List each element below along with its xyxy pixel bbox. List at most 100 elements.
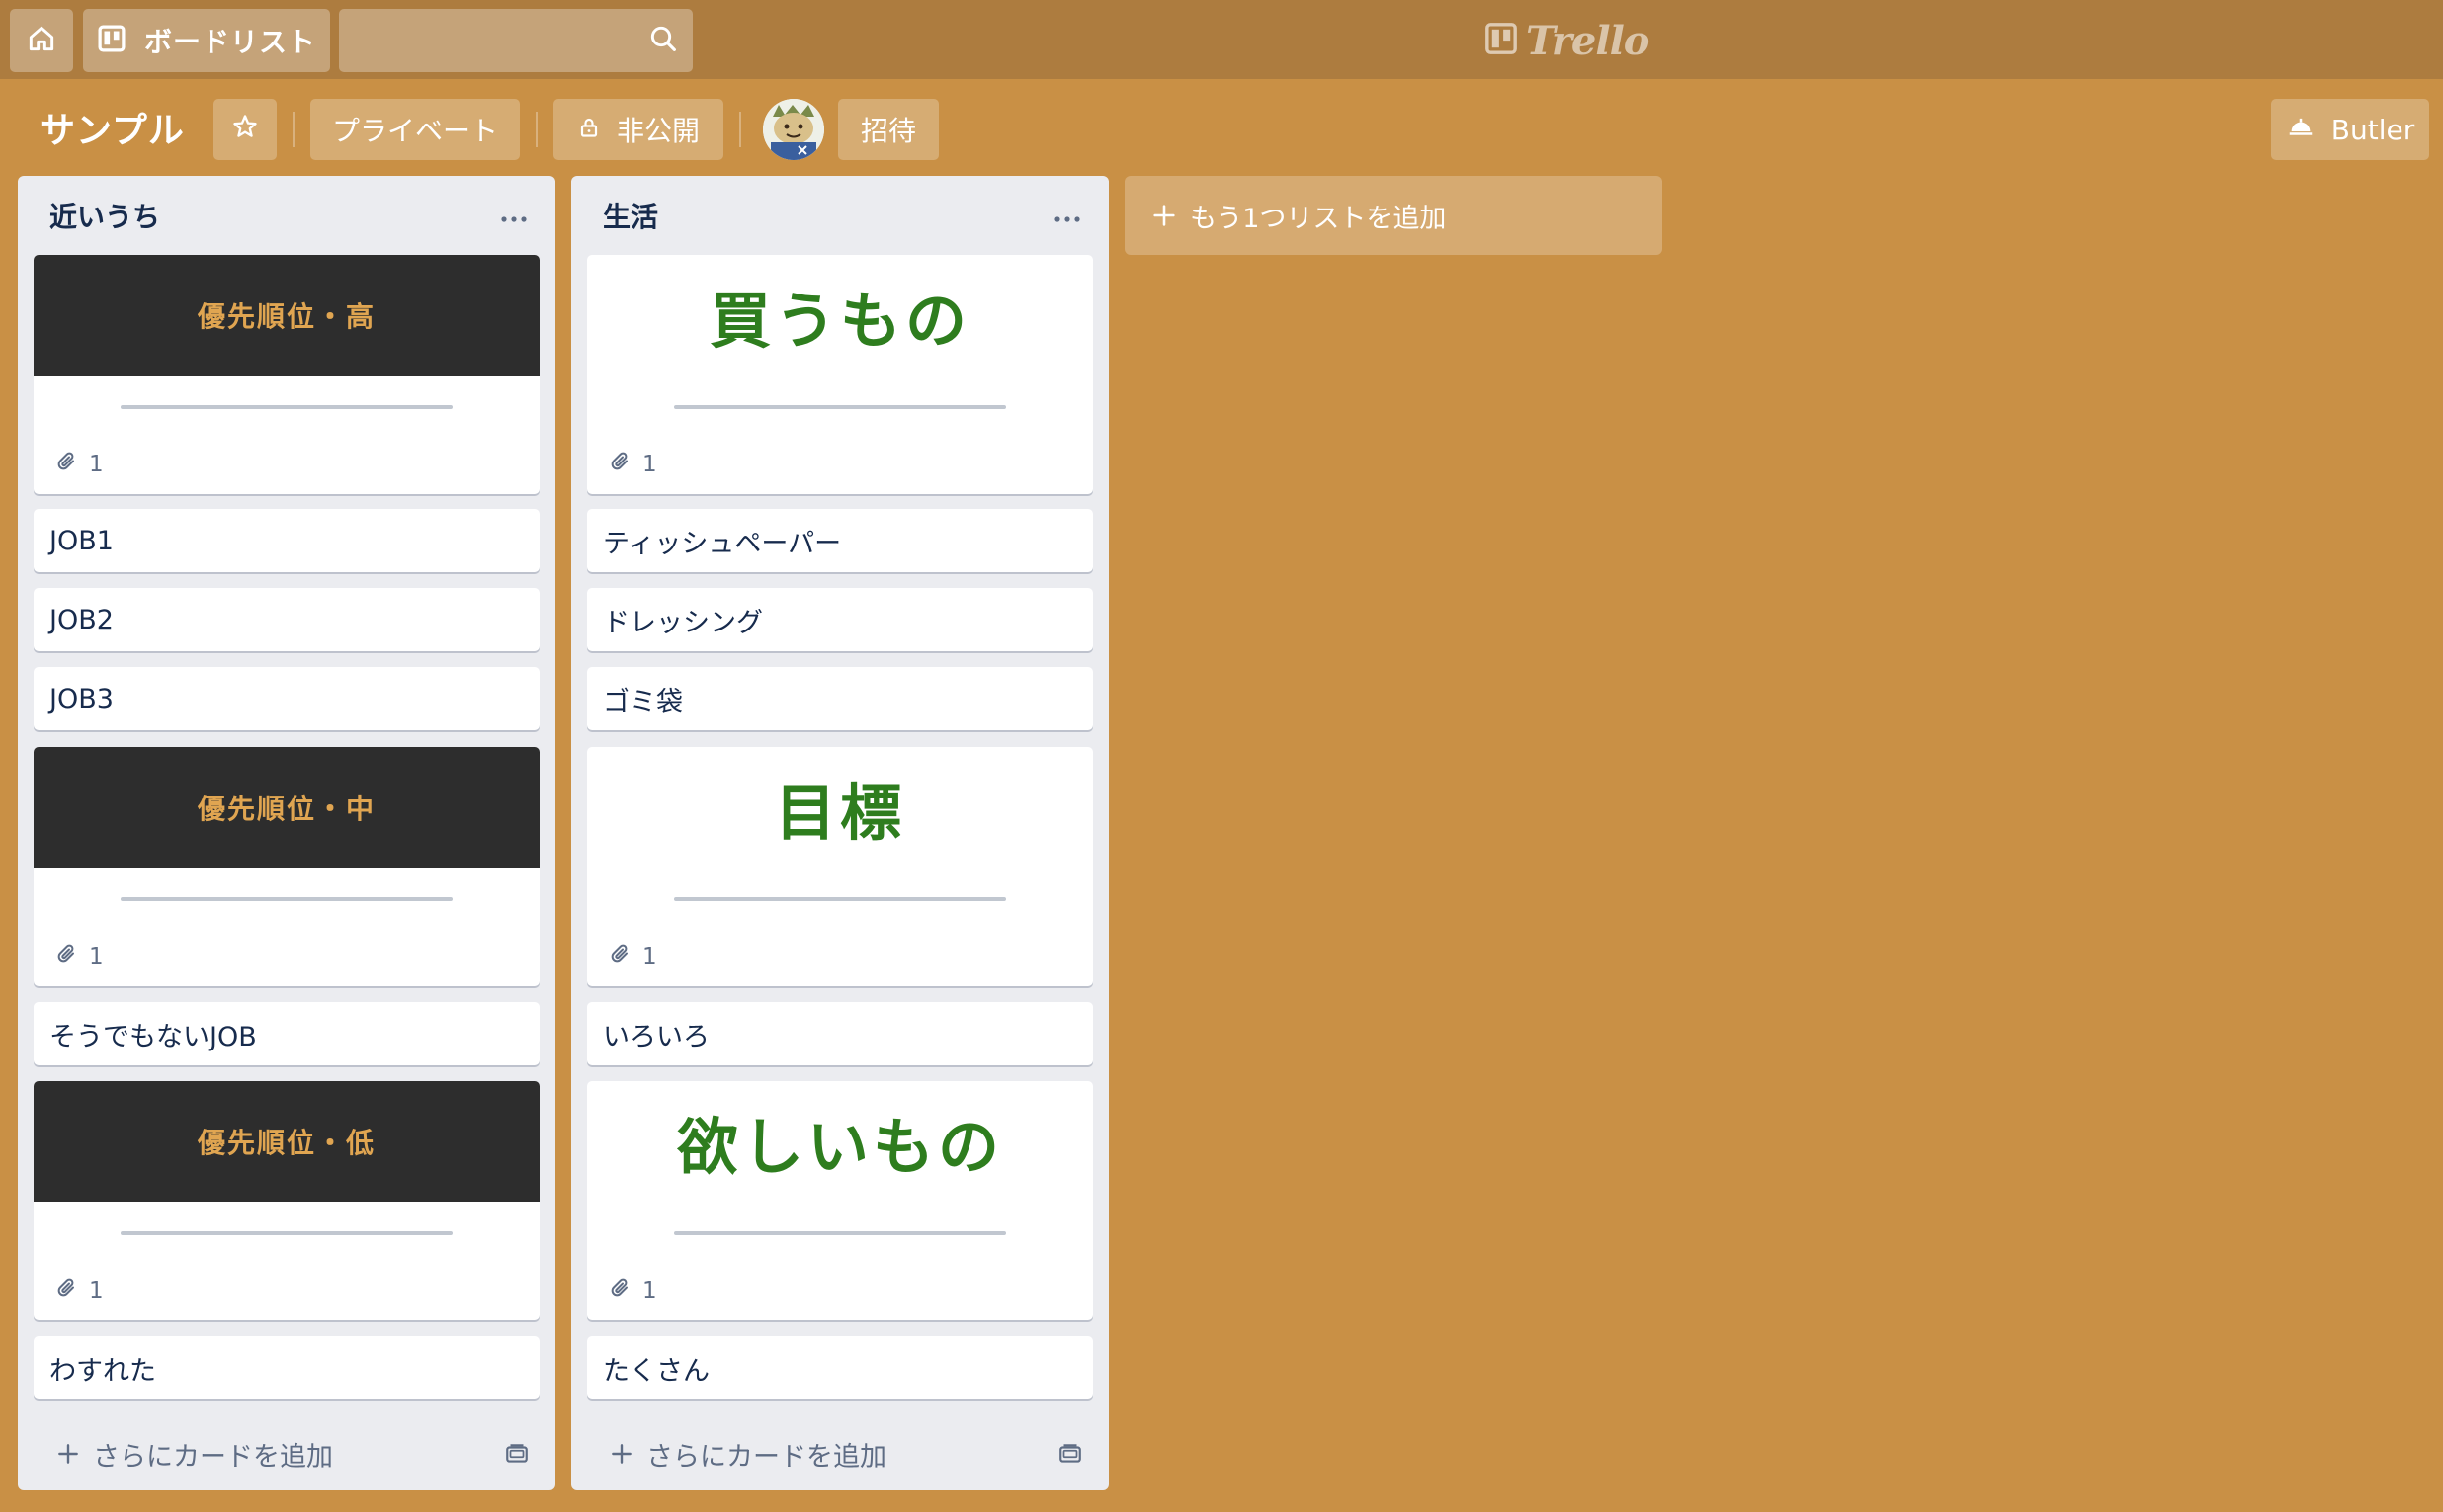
- divider: [121, 897, 453, 901]
- add-card-label: さらにカードを追加: [93, 1441, 333, 1472]
- attachment-count: 1: [642, 1278, 657, 1303]
- card-cover-text: 買うもの: [709, 285, 970, 357]
- list-menu-button[interactable]: [1048, 198, 1087, 237]
- plus-icon: [55, 1441, 81, 1467]
- visibility-button[interactable]: 非公開: [553, 99, 723, 160]
- divider: [674, 405, 1006, 409]
- attachment-count: 1: [642, 944, 657, 969]
- card-cover-text: 欲しいもの: [676, 1111, 1003, 1183]
- card-title: ティッシュペーパー: [603, 528, 842, 559]
- attachment-count: 1: [89, 944, 104, 969]
- paperclip-icon: [55, 1276, 79, 1305]
- add-list-label: もう1つリストを追加: [1190, 203, 1447, 234]
- divider: [121, 1231, 453, 1235]
- card-cover-text: 優先順位・中: [34, 747, 540, 868]
- attachment-badge: 1: [55, 445, 104, 484]
- list-life: 生活 買うもの 1 ティッシュペーパー ドレッシング ゴミ袋 目標 1 いろいろ…: [571, 176, 1109, 1490]
- visibility-label: 非公開: [616, 115, 700, 147]
- list-menu-button[interactable]: [494, 198, 534, 237]
- card-title: いろいろ: [603, 1021, 710, 1052]
- card-title: ゴミ袋: [603, 686, 683, 717]
- add-card-button[interactable]: さらにカードを追加: [34, 1429, 540, 1478]
- attachment-badge: 1: [55, 937, 104, 976]
- card-job3[interactable]: JOB3: [34, 667, 540, 730]
- card-cover-text: 目標: [774, 777, 905, 849]
- board-icon: [97, 24, 126, 57]
- attachment-count: 1: [89, 1278, 104, 1303]
- attachment-badge: 1: [55, 1271, 104, 1310]
- divider: [293, 112, 295, 147]
- boards-button[interactable]: ボードリスト: [83, 9, 330, 72]
- card-dressing[interactable]: ドレッシング: [587, 588, 1093, 651]
- card-priority-medium[interactable]: 優先順位・中 1: [34, 747, 540, 986]
- list-title[interactable]: 生活: [571, 176, 1109, 255]
- card-template-icon[interactable]: [504, 1441, 530, 1473]
- star-icon: [231, 113, 259, 147]
- board-title[interactable]: サンプル: [40, 101, 185, 154]
- attachment-badge: 1: [609, 445, 657, 484]
- attachment-count: 1: [89, 452, 104, 477]
- card-priority-high[interactable]: 優先順位・高 1: [34, 255, 540, 494]
- star-button[interactable]: [213, 99, 277, 160]
- card-shopping[interactable]: 買うもの 1: [587, 255, 1093, 494]
- card-cover-text: 優先順位・低: [34, 1081, 540, 1202]
- add-card-label: さらにカードを追加: [646, 1441, 886, 1472]
- plus-icon: [609, 1441, 634, 1467]
- card-cover-text: 優先順位・高: [34, 255, 540, 376]
- card-title: わすれた: [49, 1355, 156, 1386]
- card-template-icon[interactable]: [1057, 1441, 1083, 1473]
- divider: [674, 897, 1006, 901]
- search-icon: [647, 23, 679, 58]
- card-job2[interactable]: JOB2: [34, 588, 540, 651]
- more-icon: [1053, 209, 1081, 227]
- card-lots[interactable]: たくさん: [587, 1336, 1093, 1399]
- trello-logo-text: Trello: [1526, 17, 1649, 64]
- trello-logo[interactable]: Trello: [1484, 16, 1649, 65]
- card-goals[interactable]: 目標 1: [587, 747, 1093, 986]
- paperclip-icon: [55, 450, 79, 479]
- paperclip-icon: [609, 450, 632, 479]
- list-near-term: 近いうち 優先順位・高 1 JOB1 JOB2 JOB3 優先順位・中 1 そう…: [18, 176, 555, 1490]
- add-card-button[interactable]: さらにカードを追加: [587, 1429, 1093, 1478]
- card-title: JOB3: [49, 683, 114, 714]
- card-title: ドレッシング: [603, 607, 763, 638]
- home-icon: [26, 23, 57, 58]
- card-forgot[interactable]: わすれた: [34, 1336, 540, 1399]
- butler-button[interactable]: Butler: [2271, 99, 2429, 160]
- boards-label: ボードリスト: [144, 26, 317, 58]
- card-job1[interactable]: JOB1: [34, 509, 540, 572]
- avatar[interactable]: [763, 99, 824, 160]
- card-wishlist[interactable]: 欲しいもの 1: [587, 1081, 1093, 1320]
- divider: [674, 1231, 1006, 1235]
- card-garbage-bags[interactable]: ゴミ袋: [587, 667, 1093, 730]
- paperclip-icon: [609, 1276, 632, 1305]
- paperclip-icon: [609, 942, 632, 971]
- card-title: JOB1: [49, 525, 114, 556]
- lock-icon: [577, 114, 601, 146]
- card-title: そうでもないJOB: [49, 1021, 257, 1052]
- attachment-badge: 1: [609, 937, 657, 976]
- plus-icon: [1150, 202, 1178, 229]
- divider: [536, 112, 538, 147]
- privacy-button[interactable]: プライベート: [310, 99, 520, 160]
- invite-button[interactable]: 招待: [838, 99, 939, 160]
- attachment-count: 1: [642, 452, 657, 477]
- card-not-urgent-job[interactable]: そうでもないJOB: [34, 1002, 540, 1065]
- search-input[interactable]: [339, 9, 693, 72]
- butler-label: Butler: [2330, 113, 2415, 146]
- list-title[interactable]: 近いうち: [18, 176, 555, 255]
- card-various[interactable]: いろいろ: [587, 1002, 1093, 1065]
- butler-bell-icon: [2286, 112, 2316, 148]
- card-title: JOB2: [49, 604, 114, 635]
- card-tissue-paper[interactable]: ティッシュペーパー: [587, 509, 1093, 572]
- home-button[interactable]: [10, 9, 73, 72]
- card-priority-low[interactable]: 優先順位・低 1: [34, 1081, 540, 1320]
- more-icon: [500, 209, 528, 227]
- attachment-badge: 1: [609, 1271, 657, 1310]
- add-list-button[interactable]: もう1つリストを追加: [1125, 176, 1662, 255]
- trello-logo-icon: [1484, 22, 1518, 59]
- divider: [739, 112, 741, 147]
- card-title: たくさん: [603, 1355, 710, 1386]
- paperclip-icon: [55, 942, 79, 971]
- divider: [121, 405, 453, 409]
